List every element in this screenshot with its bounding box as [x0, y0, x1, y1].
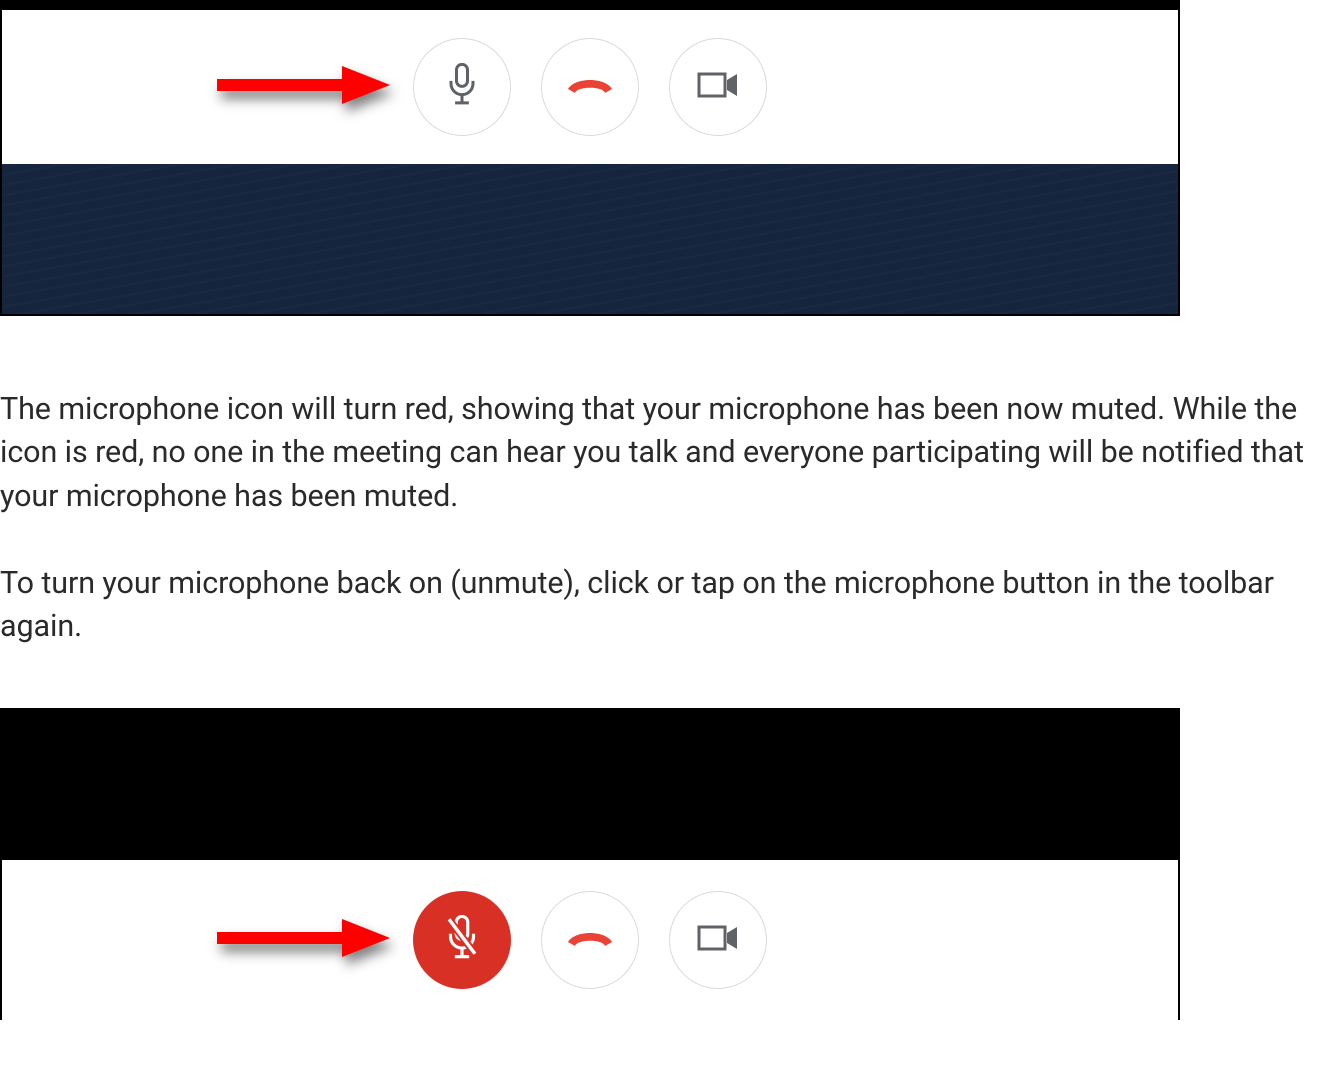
screenshot-background-navy: [2, 164, 1178, 314]
hangup-icon: [565, 73, 615, 101]
call-toolbar-muted: [2, 860, 1178, 1020]
camera-icon: [697, 70, 739, 104]
microphone-button[interactable]: [413, 38, 511, 136]
screenshot-top-black: [2, 710, 1178, 860]
screenshot-top-bar: [2, 0, 1178, 10]
hangup-button[interactable]: [541, 38, 639, 136]
camera-button[interactable]: [669, 38, 767, 136]
article-text: The microphone icon will turn red, showi…: [0, 316, 1324, 648]
microphone-muted-button[interactable]: [413, 891, 511, 989]
hangup-button[interactable]: [541, 891, 639, 989]
screenshot-mic-unmuted: [0, 0, 1180, 316]
screenshot-mic-muted: [0, 708, 1180, 1020]
camera-icon: [697, 923, 739, 957]
call-buttons-row: [413, 891, 767, 989]
hangup-icon: [565, 926, 615, 954]
call-buttons-row: [413, 38, 767, 136]
microphone-off-icon: [442, 915, 482, 965]
paragraph-unmute-instruction: To turn your microphone back on (unmute)…: [0, 562, 1324, 649]
paragraph-mute-explanation: The microphone icon will turn red, showi…: [0, 388, 1324, 518]
arrow-icon: [212, 60, 392, 114]
camera-button[interactable]: [669, 891, 767, 989]
call-toolbar-unmuted: [2, 10, 1178, 164]
arrow-icon: [212, 913, 392, 967]
microphone-icon: [445, 63, 479, 111]
